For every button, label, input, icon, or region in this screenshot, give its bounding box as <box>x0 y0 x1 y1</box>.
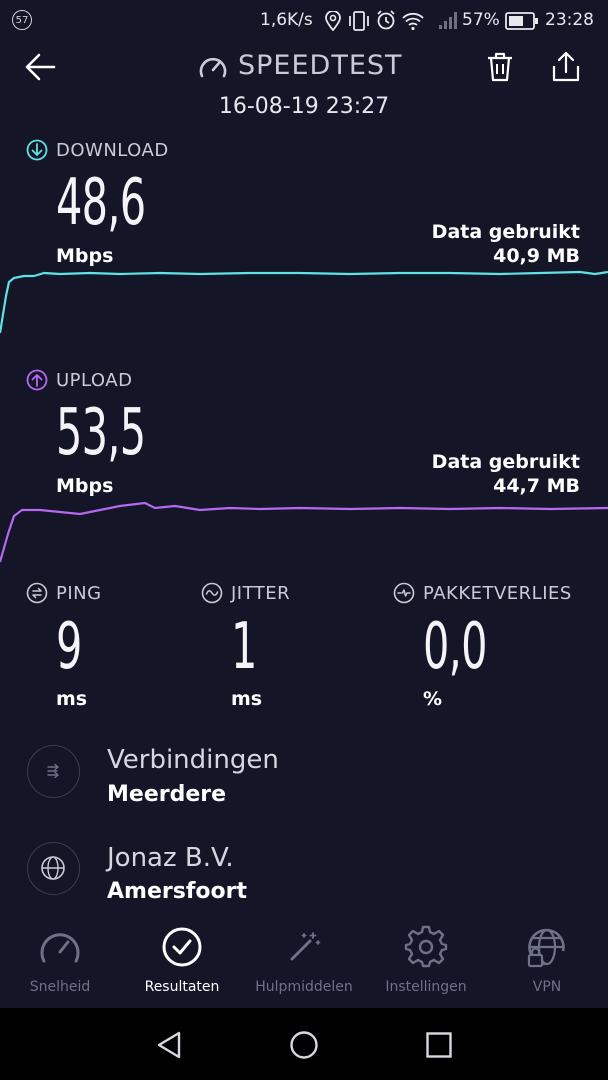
jitter-label: JITTER <box>231 583 291 604</box>
share-icon[interactable] <box>551 50 581 82</box>
globe-lock-icon <box>527 928 565 968</box>
connections-icon <box>27 745 80 798</box>
check-circle-icon <box>162 927 202 967</box>
magic-wand-icon <box>290 932 321 961</box>
nav-hulpmiddelen-label: Hulpmiddelen <box>255 979 353 995</box>
upload-data-used-label: Data gebruikt <box>431 451 580 473</box>
page-title: SPEEDTEST <box>238 50 403 81</box>
signal-icon <box>439 12 457 29</box>
nav-resultaten[interactable]: Resultaten <box>122 925 242 995</box>
server-location: Amersfoort <box>107 879 247 904</box>
nav-instellingen-label: Instellingen <box>385 979 467 995</box>
upload-value: 53,5 <box>56 396 146 470</box>
nav-resultaten-label: Resultaten <box>144 979 220 995</box>
upload-graph <box>0 501 608 563</box>
download-data-used-label: Data gebruikt <box>431 221 580 243</box>
battery-icon <box>505 12 538 30</box>
test-date: 16-08-19 23:27 <box>218 94 390 119</box>
server-name: Jonaz B.V. <box>107 843 234 873</box>
alarm-icon <box>377 10 395 30</box>
ping-value: 9 <box>56 610 82 684</box>
vibrate-icon <box>349 11 369 31</box>
gear-icon <box>404 925 448 968</box>
recents-square-icon[interactable] <box>425 1031 453 1059</box>
ping-label: PING <box>56 583 102 604</box>
nav-snelheid-label: Snelheid <box>29 979 91 995</box>
download-graph <box>0 270 608 334</box>
connections-value: Meerdere <box>107 782 227 807</box>
jitter-icon <box>201 582 223 604</box>
download-value: 48,6 <box>56 166 146 240</box>
upload-icon <box>26 369 48 391</box>
ping-unit: ms <box>56 688 88 710</box>
back-triangle-icon[interactable] <box>155 1030 183 1060</box>
download-icon <box>26 139 48 161</box>
back-arrow-icon[interactable] <box>24 52 56 82</box>
location-icon <box>325 11 341 31</box>
jitter-value: 1 <box>231 610 257 684</box>
packet-loss-value: 0,0 <box>423 610 487 684</box>
wifi-icon <box>402 12 424 31</box>
speedtest-logo-icon <box>199 57 227 78</box>
nav-hulpmiddelen[interactable]: Hulpmiddelen <box>244 925 364 995</box>
connections-title: Verbindingen <box>107 745 279 775</box>
upload-label: UPLOAD <box>56 370 133 391</box>
status-bar: 57 1,6K/s 57% 23:28 <box>0 0 608 42</box>
packet-loss-icon <box>393 582 415 604</box>
delete-icon[interactable] <box>486 52 514 82</box>
notification-badge: 57 <box>12 10 32 30</box>
nav-snelheid[interactable]: Snelheid <box>0 925 120 995</box>
jitter-unit: ms <box>231 688 263 710</box>
nav-vpn[interactable]: VPN <box>487 925 607 995</box>
speedometer-icon <box>40 933 80 963</box>
nav-vpn-label: VPN <box>532 979 562 995</box>
download-label: DOWNLOAD <box>56 140 169 161</box>
nav-instellingen[interactable]: Instellingen <box>366 925 486 995</box>
ping-icon <box>26 582 48 604</box>
packet-loss-label: PAKKETVERLIES <box>423 583 572 604</box>
clock: 23:28 <box>545 10 594 30</box>
battery-percent: 57% <box>462 10 500 30</box>
home-circle-icon[interactable] <box>289 1030 319 1060</box>
server-globe-icon <box>27 842 80 895</box>
network-speed: 1,6K/s <box>260 10 313 30</box>
packet-loss-unit: % <box>423 688 443 710</box>
system-navigation-bar <box>0 1008 608 1080</box>
